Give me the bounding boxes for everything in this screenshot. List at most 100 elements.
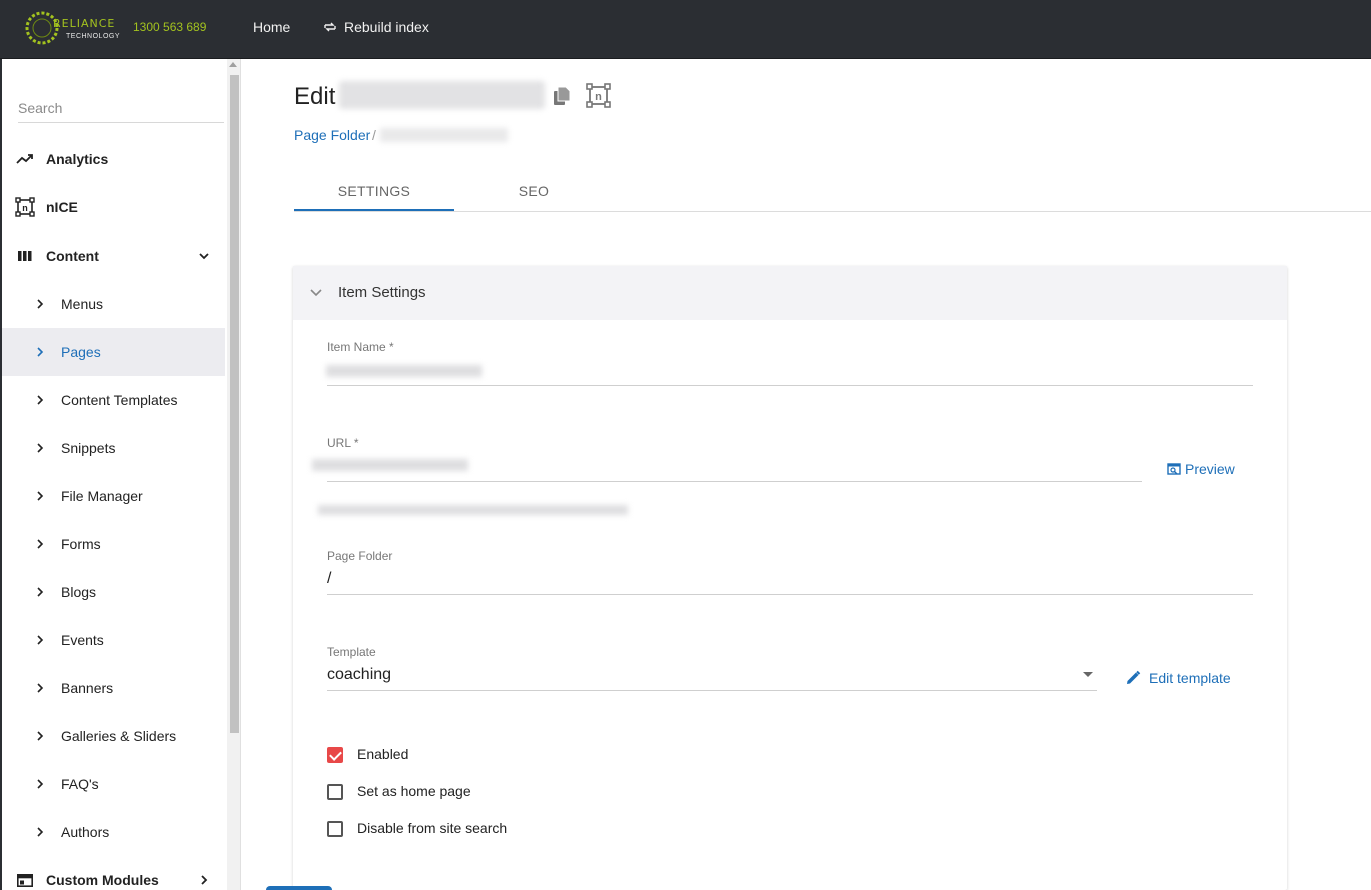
url-underline [327, 481, 1142, 482]
pencil-icon [1127, 670, 1141, 684]
sidebar-item-content[interactable]: Content [2, 232, 225, 280]
tab-settings[interactable]: SETTINGS [294, 176, 454, 211]
page-folder-label: Page Folder [327, 549, 393, 563]
sidebar-item-label: Pages [61, 344, 101, 360]
redacted-breadcrumb [380, 128, 508, 142]
chevron-right-icon [37, 779, 44, 789]
template-select[interactable]: coaching [327, 666, 391, 684]
preview-label: Preview [1185, 461, 1235, 477]
sidebar-item-nice[interactable]: n nICE [2, 183, 225, 231]
sidebar-item-pages[interactable]: Pages [2, 328, 225, 376]
sidebar-item-label: Content [46, 248, 99, 264]
sidebar-item-label: Events [61, 632, 104, 648]
disable-site-search-label: Disable from site search [357, 820, 508, 836]
edit-template-label: Edit template [1149, 670, 1231, 686]
sidebar-item-blogs[interactable]: Blogs [2, 568, 225, 616]
refresh-icon [324, 22, 336, 32]
sidebar-item-content-templates[interactable]: Content Templates [2, 376, 225, 424]
trending-up-icon [14, 148, 36, 170]
item-name-underline [327, 385, 1253, 386]
sidebar: Analytics n nICE Content Menus Pages [0, 59, 241, 890]
page-folder-underline [327, 594, 1253, 595]
chevron-right-icon [37, 827, 44, 837]
item-name-label: Item Name * [327, 340, 394, 354]
url-field[interactable] [312, 459, 468, 471]
sidebar-item-authors[interactable]: Authors [2, 808, 225, 856]
chevron-right-icon [37, 347, 44, 357]
chevron-right-icon [37, 491, 44, 501]
svg-text:n: n [22, 203, 28, 213]
sidebar-search-input[interactable] [18, 93, 224, 123]
sidebar-item-label: Content Templates [61, 392, 178, 408]
sidebar-item-label: Snippets [61, 440, 116, 456]
set-home-page-label: Set as home page [357, 783, 471, 799]
phone-number: 1300 563 689 [133, 20, 207, 34]
template-underline [327, 690, 1097, 691]
preview-icon [1167, 463, 1181, 475]
redacted-page-name [339, 81, 545, 109]
columns-icon [14, 245, 36, 267]
sidebar-item-analytics[interactable]: Analytics [2, 135, 225, 183]
sidebar-item-menus[interactable]: Menus [2, 280, 225, 328]
sidebar-item-banners[interactable]: Banners [2, 664, 225, 712]
chevron-right-icon [201, 875, 208, 885]
url-label: URL * [327, 436, 359, 450]
preview-button[interactable]: Preview [1167, 461, 1235, 477]
nav-home-link[interactable]: Home [253, 19, 290, 35]
nice-icon: n [14, 196, 36, 218]
sidebar-item-label: Custom Modules [46, 872, 159, 888]
reliance-logo[interactable]: RELIANCE TECHNOLOGY [22, 8, 120, 50]
sidebar-item-forms[interactable]: Forms [2, 520, 225, 568]
chevron-right-icon [37, 299, 44, 309]
nice-editor-icon[interactable]: n [586, 83, 611, 108]
sidebar-item-label: Authors [61, 824, 110, 840]
rebuild-index-label: Rebuild index [344, 19, 429, 35]
tabs-divider [294, 211, 1371, 212]
chevron-right-icon [37, 683, 44, 693]
scroll-up-arrow-icon[interactable] [229, 62, 237, 67]
template-label: Template [327, 645, 376, 659]
set-home-page-checkbox[interactable] [327, 784, 343, 800]
logo-subtext: TECHNOLOGY [66, 33, 121, 40]
module-icon [14, 869, 36, 890]
sidebar-item-faqs[interactable]: FAQ's [2, 760, 225, 808]
sidebar-item-events[interactable]: Events [2, 616, 225, 664]
sidebar-item-label: Banners [61, 680, 114, 696]
sidebar-item-galleries-sliders[interactable]: Galleries & Sliders [2, 712, 225, 760]
chevron-right-icon [37, 731, 44, 741]
chevron-right-icon [37, 587, 44, 597]
sidebar-item-label: Analytics [46, 151, 109, 167]
chevron-down-icon [199, 253, 209, 260]
sidebar-item-snippets[interactable]: Snippets [2, 424, 225, 472]
sidebar-item-label: Galleries & Sliders [61, 728, 177, 744]
enabled-checkbox[interactable] [327, 747, 343, 763]
sidebar-item-label: Forms [61, 536, 101, 552]
item-settings-title: Item Settings [338, 284, 426, 301]
sidebar-item-file-manager[interactable]: File Manager [2, 472, 225, 520]
page-folder-field[interactable]: / [327, 570, 331, 588]
rebuild-index-button[interactable]: Rebuild index [322, 19, 429, 35]
sidebar-scroll-thumb[interactable] [230, 75, 239, 733]
chevron-down-icon [310, 289, 322, 297]
sidebar-item-label: Blogs [61, 584, 97, 600]
sidebar-item-label: FAQ's [61, 776, 99, 792]
copy-icon[interactable] [551, 85, 573, 107]
breadcrumb-page-folder[interactable]: Page Folder [294, 127, 370, 143]
chevron-right-icon [37, 443, 44, 453]
chevron-right-icon [37, 395, 44, 405]
tab-seo[interactable]: SEO [454, 176, 614, 211]
sidebar-item-label: nICE [46, 199, 78, 215]
disable-site-search-checkbox[interactable] [327, 821, 343, 837]
logo-text: RELIANCE [53, 17, 116, 30]
edit-template-button[interactable]: Edit template [1125, 670, 1231, 686]
page-title: Edit [294, 83, 336, 110]
item-name-field[interactable] [326, 365, 482, 377]
top-bar: RELIANCE TECHNOLOGY 1300 563 689 Home Re… [0, 0, 1371, 59]
redacted-full-url [318, 505, 628, 515]
dropdown-arrow-icon[interactable] [1083, 672, 1093, 677]
save-button-partial[interactable] [266, 886, 332, 890]
svg-text:n: n [595, 91, 602, 103]
sidebar-item-custom-modules[interactable]: Custom Modules [2, 856, 225, 890]
item-settings-header[interactable]: Item Settings [293, 266, 1287, 320]
sidebar-item-label: Menus [61, 296, 104, 312]
